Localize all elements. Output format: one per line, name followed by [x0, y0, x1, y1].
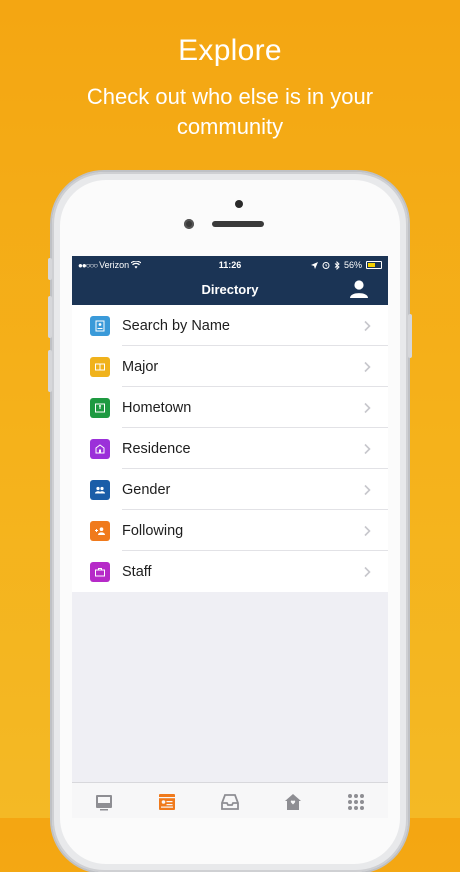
directory-item-hometown[interactable]: Hometown: [72, 387, 388, 428]
map-icon: [90, 397, 110, 418]
directory-icon[interactable]: [156, 791, 178, 813]
sensor-dot: [235, 200, 243, 208]
earpiece-speaker: [212, 221, 264, 227]
volume-down-button: [48, 350, 52, 392]
directory-item-search-by-name[interactable]: Search by Name: [72, 305, 388, 346]
book-icon: [90, 356, 110, 377]
directory-item-label: Major: [122, 358, 159, 375]
directory-item-major[interactable]: Major: [72, 346, 388, 387]
directory-item-label: Following: [122, 522, 184, 539]
chevron-right-icon: [364, 566, 371, 577]
directory-item-label: Residence: [122, 440, 191, 457]
volume-up-button: [48, 296, 52, 338]
directory-item-label: Search by Name: [122, 317, 230, 334]
status-time: 11:26: [218, 260, 242, 270]
promo-subtitle: Check out who else is in your community: [86, 84, 374, 139]
grid-icon[interactable]: [345, 791, 367, 813]
directory-item-residence[interactable]: Residence: [72, 428, 388, 469]
chevron-right-icon: [364, 443, 371, 454]
promo-title: Explore: [178, 34, 282, 67]
front-camera: [184, 219, 194, 229]
chevron-right-icon: [364, 525, 371, 536]
inbox-icon[interactable]: [219, 791, 241, 813]
app-screen: ●●○○○ Verizon 11:26 56% Directory Search…: [72, 256, 388, 818]
directory-item-label: Hometown: [122, 399, 192, 416]
chevron-right-icon: [364, 361, 371, 372]
directory-item-following[interactable]: Following: [72, 510, 388, 551]
home-icon[interactable]: [282, 791, 304, 813]
page-title: Directory: [201, 282, 259, 297]
newspaper-icon[interactable]: [93, 791, 115, 813]
directory-item-label: Staff: [122, 563, 152, 580]
chevron-right-icon: [364, 484, 371, 495]
chevron-right-icon: [364, 402, 371, 413]
people-icon: [90, 479, 110, 500]
directory-item-gender[interactable]: Gender: [72, 469, 388, 510]
power-button: [408, 314, 412, 358]
id-card-icon: [90, 315, 110, 336]
briefcase-icon: [90, 561, 110, 582]
follow-icon: [90, 520, 110, 541]
mute-switch: [48, 258, 52, 280]
building-icon: [90, 438, 110, 459]
user-icon[interactable]: [348, 279, 370, 299]
directory-list: Search by Name Major Hometown Residence: [72, 305, 388, 592]
directory-item-staff[interactable]: Staff: [72, 551, 388, 592]
battery-icon: [366, 261, 382, 269]
nav-bar: Directory: [72, 274, 388, 305]
chevron-right-icon: [364, 320, 371, 331]
tab-bar: [72, 782, 388, 818]
directory-item-label: Gender: [122, 481, 171, 498]
status-bar: ●●○○○ Verizon 11:26 56%: [72, 256, 388, 274]
